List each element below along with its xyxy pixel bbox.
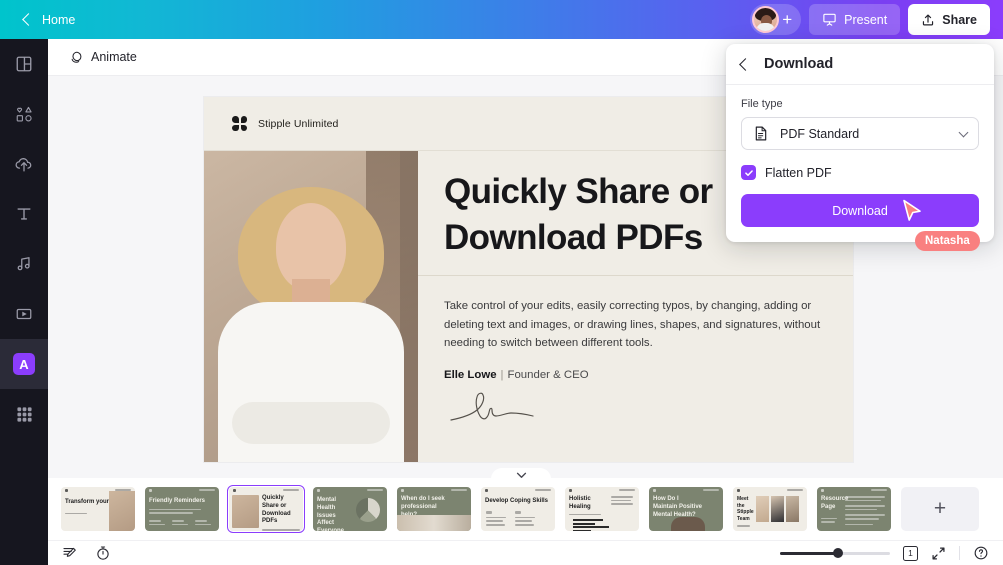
byline-separator: | <box>501 369 504 381</box>
sidebar-item-uploads[interactable] <box>0 139 48 189</box>
thumbnail-8[interactable]: How Do I Maintain Positive Mental Health… <box>649 487 723 531</box>
top-bar-actions: + Present Share <box>750 4 1003 35</box>
flatten-pdf-checkbox[interactable] <box>741 165 756 180</box>
chevron-down-icon <box>516 472 527 479</box>
video-icon <box>15 305 33 323</box>
timer-button[interactable] <box>95 545 111 561</box>
plus-icon[interactable]: + <box>782 11 792 28</box>
cloud-upload-icon <box>14 154 34 174</box>
page-number: 1 <box>908 548 913 558</box>
check-icon <box>744 168 754 178</box>
flatten-pdf-label: Flatten PDF <box>765 166 832 180</box>
file-type-select[interactable]: PDF Standard <box>741 117 979 150</box>
thumbnail-title: Holistic Healing <box>569 496 607 512</box>
share-button[interactable]: Share <box>908 4 990 35</box>
collaborators-group: + <box>750 4 801 35</box>
thumbnail-2[interactable]: Friendly Reminders <box>145 487 219 531</box>
chevron-left-icon <box>22 13 35 26</box>
thumbnail-9[interactable]: Meet the Stipple Team <box>733 487 807 531</box>
shapes-icon <box>15 105 34 124</box>
sidebar-item-apps[interactable] <box>0 389 48 439</box>
author-role: Founder & CEO <box>508 369 589 381</box>
avatar[interactable] <box>752 6 779 33</box>
sidebar-item-elements[interactable] <box>0 89 48 139</box>
thumbnail-title: Mental Health Issues Affect Everyone <box>313 497 351 531</box>
flatten-pdf-row[interactable]: Flatten PDF <box>741 165 979 180</box>
thumbnail-title: Quickly Share or Download PDFs <box>262 495 300 526</box>
download-panel: Download File type PDF Standard Flatten … <box>726 44 994 242</box>
collapse-thumbnails-button[interactable] <box>491 468 551 486</box>
slide-brand-name: Stipple Unlimited <box>258 118 339 130</box>
slide-text-box: Take control of your edits, easily corre… <box>418 276 853 433</box>
download-button[interactable]: Download <box>741 194 979 227</box>
thumbnail-title: Friendly Reminders <box>145 498 219 506</box>
bottom-bar: 1 <box>48 540 1003 565</box>
share-label: Share <box>942 13 977 27</box>
presentation-icon <box>822 12 837 27</box>
top-bar: Home + Present Share <box>0 0 1003 39</box>
help-icon <box>973 545 989 561</box>
timer-icon <box>95 545 111 561</box>
sidebar-item-audio[interactable] <box>0 239 48 289</box>
chevron-down-icon <box>959 127 969 137</box>
slide-byline: Elle Lowe | Founder & CEO <box>444 369 827 381</box>
home-label: Home <box>42 13 75 27</box>
page-view-button[interactable]: 1 <box>903 546 918 561</box>
upload-icon <box>921 13 935 27</box>
zoom-slider[interactable] <box>780 552 890 555</box>
sidebar-item-brand[interactable]: A <box>0 339 48 389</box>
brand-a-icon: A <box>13 353 35 375</box>
thumbnail-10[interactable]: Resource Page <box>817 487 891 531</box>
notes-button[interactable] <box>62 545 78 561</box>
thumbnail-title: Develop Coping Skills <box>481 498 555 506</box>
slide-paragraph: Take control of your edits, easily corre… <box>444 297 827 352</box>
present-button[interactable]: Present <box>809 4 900 35</box>
animate-icon <box>69 50 84 65</box>
plus-icon: + <box>934 497 946 521</box>
author-name: Elle Lowe <box>444 369 497 381</box>
sidebar-item-videos[interactable] <box>0 289 48 339</box>
divider <box>959 546 960 560</box>
thumbnail-5[interactable]: When do I seek professional help? <box>397 487 471 531</box>
music-note-icon <box>15 255 33 273</box>
fullscreen-icon <box>931 546 946 561</box>
left-sidebar: A <box>0 39 48 565</box>
animate-button[interactable]: Animate <box>62 45 144 70</box>
home-button[interactable]: Home <box>14 9 83 31</box>
sidebar-item-text[interactable] <box>0 189 48 239</box>
thumbnail-title: Resource Page <box>821 496 841 512</box>
sidebar-item-design[interactable] <box>0 39 48 89</box>
grid-apps-icon <box>16 406 33 423</box>
thumbnail-title: How Do I Maintain Positive Mental Health… <box>649 496 707 519</box>
download-panel-header: Download <box>726 44 994 85</box>
thumbnail-title: Meet the Stipple Team <box>737 496 753 522</box>
text-icon <box>15 205 33 223</box>
help-button[interactable] <box>973 545 989 561</box>
thumbnail-6[interactable]: Develop Coping Skills <box>481 487 555 531</box>
slide-thumbnail-strip[interactable]: Transform your PDFs Friendly Reminders Q… <box>48 478 1003 540</box>
fullscreen-button[interactable] <box>931 546 946 561</box>
stipple-logo-icon <box>232 116 247 131</box>
cursor-name-label: Natasha <box>915 231 980 251</box>
layout-icon <box>15 55 33 73</box>
file-type-label: File type <box>741 98 979 110</box>
thumbnail-3[interactable]: Quickly Share or Download PDFs <box>229 487 303 531</box>
add-slide-button[interactable]: + <box>901 487 979 531</box>
portrait-photo <box>204 151 418 462</box>
file-type-value: PDF Standard <box>780 127 949 141</box>
thumbnail-4[interactable]: Mental Health Issues Affect Everyone <box>313 487 387 531</box>
download-panel-title: Download <box>764 56 833 72</box>
zoom-slider-handle[interactable] <box>833 548 843 558</box>
chevron-left-icon[interactable] <box>739 58 752 71</box>
document-icon <box>753 125 769 142</box>
handwritten-signature <box>448 387 578 429</box>
animate-label: Animate <box>91 50 137 64</box>
notes-icon <box>62 545 78 561</box>
thumbnail-1[interactable]: Transform your PDFs <box>61 487 135 531</box>
present-label: Present <box>844 13 887 27</box>
download-panel-body: File type PDF Standard Flatten PDF Downl… <box>726 85 994 242</box>
thumbnail-7[interactable]: Holistic Healing <box>565 487 639 531</box>
